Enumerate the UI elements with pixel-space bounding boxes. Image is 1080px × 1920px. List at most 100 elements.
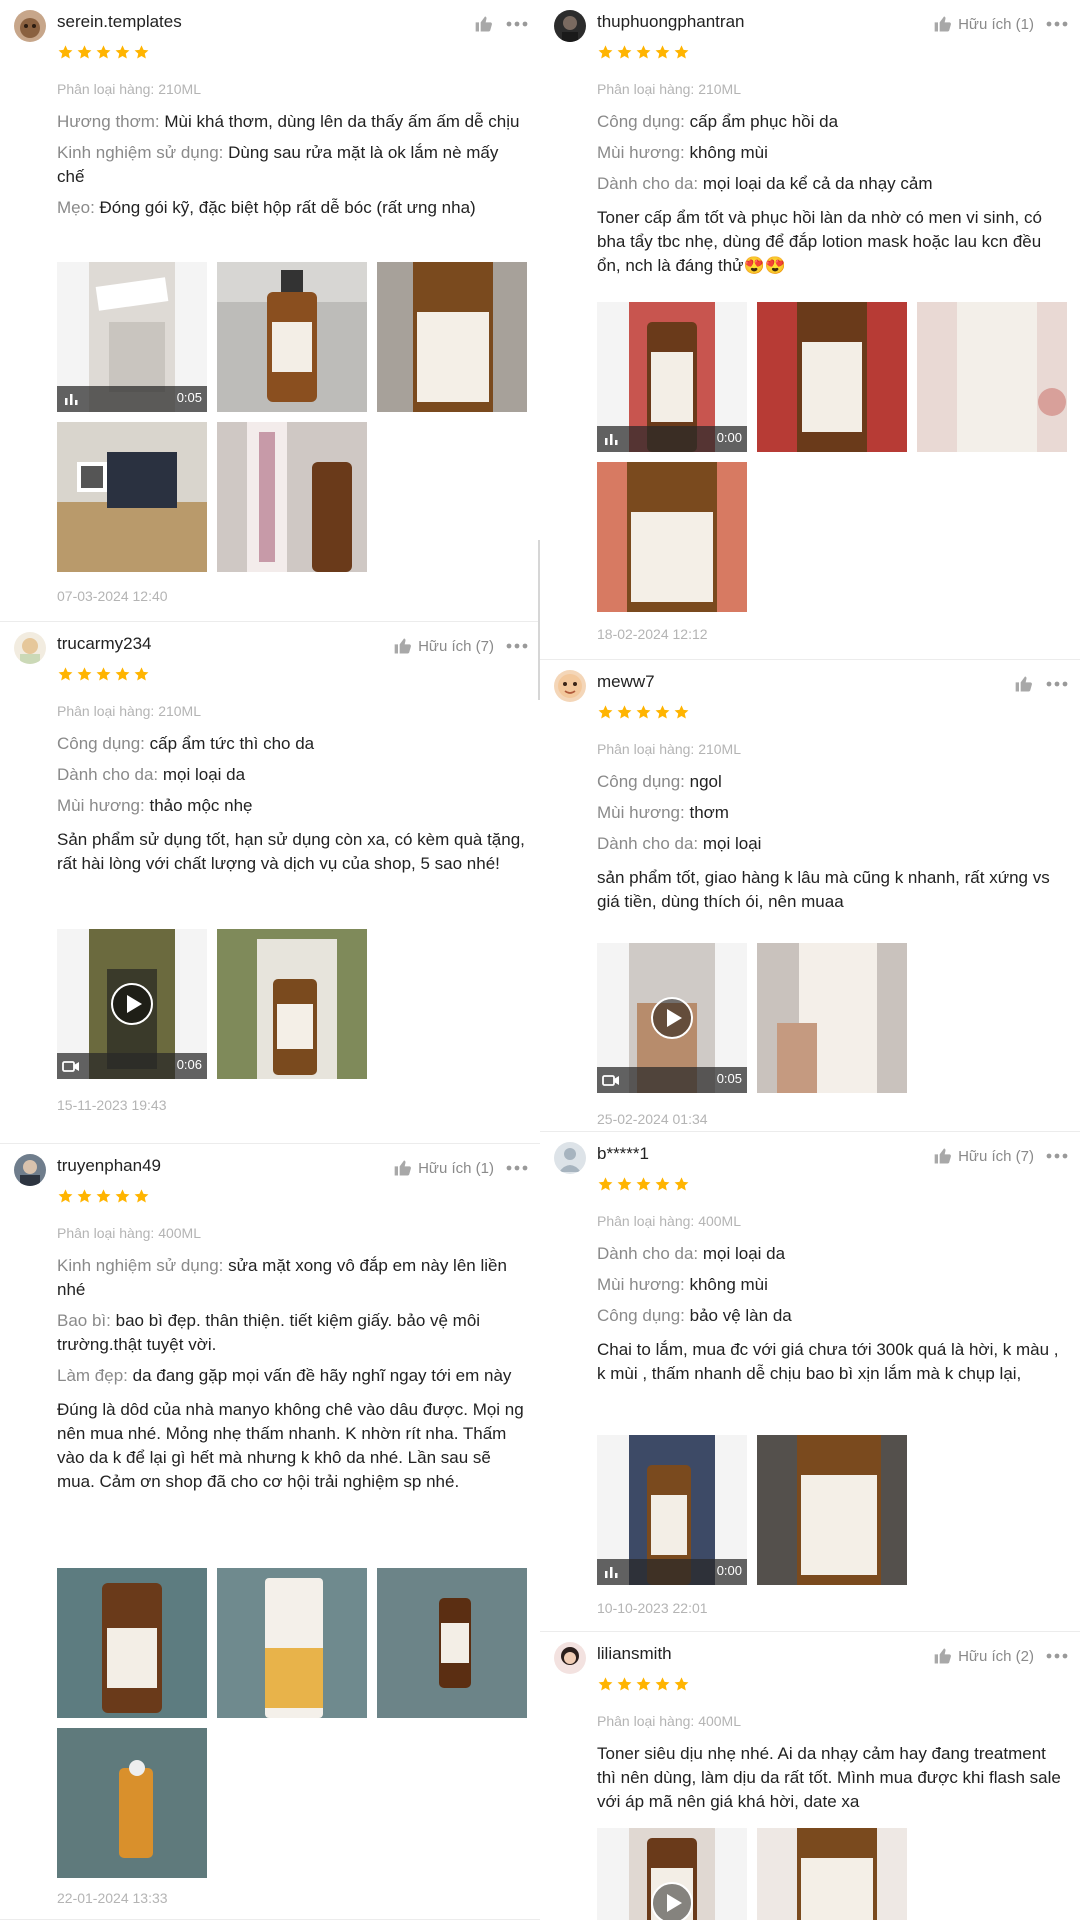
star-icon: [58, 45, 73, 59]
video-duration: 0:05: [176, 390, 202, 405]
helpful-button[interactable]: Hữu ích (2): [933, 1646, 1034, 1666]
thumbs-up-icon: [934, 16, 952, 32]
review-photo[interactable]: [757, 943, 907, 1093]
video-camera-icon: [602, 1075, 619, 1086]
review-photo[interactable]: [217, 262, 367, 412]
star-rating: [597, 704, 690, 721]
play-icon[interactable]: [650, 1881, 694, 1920]
review-photo[interactable]: [757, 302, 907, 452]
thumbs-up-icon: [475, 16, 492, 32]
review-photo[interactable]: [917, 302, 1067, 452]
star-icon: [115, 667, 130, 681]
review-photo[interactable]: [57, 422, 207, 572]
helpful-button[interactable]: [1014, 674, 1034, 694]
review-card: serein.templates Phân loại hàng: 210ML H…: [0, 0, 540, 622]
review-photo[interactable]: [757, 1828, 907, 1920]
review-media: 0:05: [57, 262, 527, 572]
helpful-button[interactable]: [474, 14, 494, 34]
username[interactable]: serein.templates: [57, 12, 182, 32]
review-video[interactable]: 0:00: [597, 302, 747, 452]
star-rating: [597, 1176, 690, 1193]
star-rating: [597, 44, 690, 61]
review-body: Toner siêu dịu nhẹ nhé. Ai da nhạy cảm h…: [597, 1744, 1061, 1811]
review-date: 22-01-2024 13:33: [57, 1890, 168, 1906]
helpful-button[interactable]: Hữu ích (7): [393, 636, 494, 656]
review-attribute: Kinh nghiệm sử dụng: Dùng sau rửa mặt là…: [57, 143, 499, 186]
review-photo[interactable]: [757, 1435, 907, 1585]
star-rating: [57, 44, 150, 61]
helpful-button[interactable]: Hữu ích (1): [933, 14, 1034, 34]
avatar[interactable]: [14, 632, 46, 664]
review-photo[interactable]: [377, 1568, 527, 1718]
review-body: Sản phẩm sử dụng tốt, hạn sử dụng còn xa…: [57, 830, 525, 873]
video-duration: 0:00: [716, 1563, 742, 1578]
review-card: trucarmy234 Hữu ích (7) Phân loại hàng: …: [0, 622, 540, 1144]
more-icon[interactable]: [504, 14, 530, 34]
avatar[interactable]: [14, 1154, 46, 1186]
review-photo[interactable]: [217, 1568, 367, 1718]
review-attributes: Công dụng: cấp ẩm tức thì cho da Dành ch…: [57, 732, 527, 876]
review-photo[interactable]: [217, 929, 367, 1079]
review-attribute: Mùi hương: không mùi: [597, 143, 768, 162]
more-icon[interactable]: [1044, 1146, 1070, 1166]
star-icon: [655, 45, 670, 59]
review-attribute: Bao bì: bao bì đẹp. thân thiện. tiết kiệ…: [57, 1311, 481, 1354]
review-video[interactable]: 0:05: [597, 943, 747, 1093]
video-stats-icon: [65, 394, 78, 405]
avatar[interactable]: [554, 10, 586, 42]
review-photo[interactable]: [57, 1728, 207, 1878]
username[interactable]: truyenphan49: [57, 1156, 161, 1176]
helpful-label: Hữu ích (1): [958, 15, 1034, 33]
star-icon: [598, 1177, 613, 1191]
helpful-label: Hữu ích (2): [958, 1647, 1034, 1665]
username[interactable]: liliansmith: [597, 1644, 672, 1664]
more-icon[interactable]: [1044, 1646, 1070, 1666]
review-photo[interactable]: [597, 462, 747, 612]
review-video[interactable]: 0:05: [57, 262, 207, 412]
thumbs-up-icon: [1015, 676, 1032, 692]
play-icon[interactable]: [650, 996, 694, 1040]
avatar[interactable]: [14, 10, 46, 42]
star-icon: [134, 45, 149, 59]
star-icon: [96, 667, 111, 681]
review-photo[interactable]: [57, 1568, 207, 1718]
star-icon: [77, 1189, 92, 1203]
star-icon: [617, 1177, 632, 1191]
review-media: 0:00: [597, 302, 1067, 612]
avatar[interactable]: [554, 1142, 586, 1174]
avatar[interactable]: [554, 1642, 586, 1674]
review-attribute: Công dụng: bảo vệ làn da: [597, 1306, 792, 1325]
avatar[interactable]: [554, 670, 586, 702]
username[interactable]: b*****1: [597, 1144, 649, 1164]
more-icon[interactable]: [504, 636, 530, 656]
review-video[interactable]: 0:06: [57, 929, 207, 1079]
helpful-button[interactable]: Hữu ích (1): [393, 1158, 494, 1178]
review-date: 25-02-2024 01:34: [597, 1111, 708, 1127]
review-photo[interactable]: [377, 262, 527, 412]
username[interactable]: meww7: [597, 672, 655, 692]
more-icon[interactable]: [504, 1158, 530, 1178]
video-camera-icon: [62, 1061, 79, 1072]
star-icon: [617, 45, 632, 59]
play-icon[interactable]: [110, 982, 154, 1026]
more-icon[interactable]: [1044, 14, 1070, 34]
star-icon: [674, 1677, 689, 1691]
username[interactable]: trucarmy234: [57, 634, 151, 654]
review-body: Toner cấp ẩm tốt và phục hồi làn da nhờ …: [597, 208, 1042, 275]
review-attribute: Dành cho da: mọi loại: [597, 834, 762, 853]
review-video[interactable]: [597, 1828, 747, 1920]
star-icon: [655, 705, 670, 719]
star-icon: [77, 667, 92, 681]
more-icon[interactable]: [1044, 674, 1070, 694]
video-stats-icon: [605, 434, 618, 445]
review-body: Chai to lắm, mua đc với giá chưa tới 300…: [597, 1340, 1059, 1383]
helpful-button[interactable]: Hữu ích (7): [933, 1146, 1034, 1166]
review-video[interactable]: 0:00: [597, 1435, 747, 1585]
username[interactable]: thuphuongphantran: [597, 12, 744, 32]
review-attributes: Kinh nghiệm sử dụng: sửa mặt xong vô đắp…: [57, 1254, 527, 1494]
review-attribute: Kinh nghiệm sử dụng: sửa mặt xong vô đắp…: [57, 1256, 507, 1299]
review-photo[interactable]: [217, 422, 367, 572]
review-attribute: Dành cho da: mọi loại da kể cả da nhạy c…: [597, 174, 933, 193]
review-date: 15-11-2023 19:43: [57, 1097, 167, 1113]
star-icon: [636, 1677, 651, 1691]
